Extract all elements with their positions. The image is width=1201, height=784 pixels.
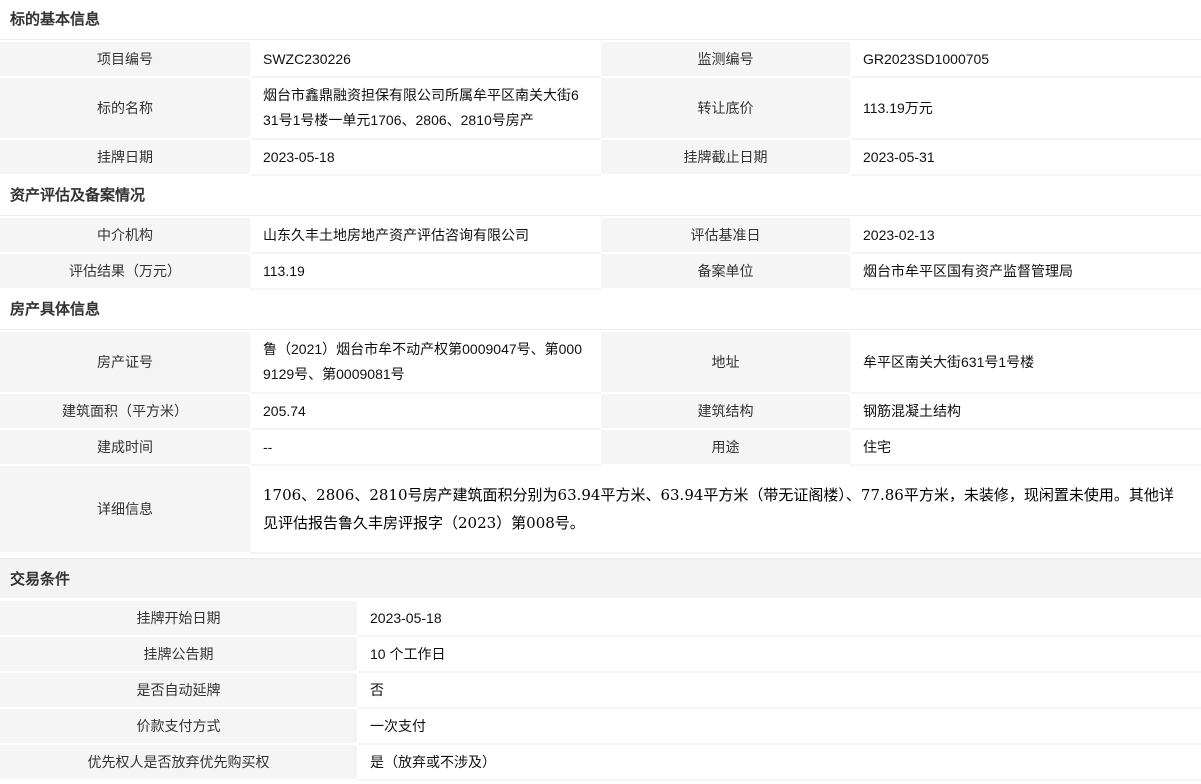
table-row: 项目编号 SWZC230226 监测编号 GR2023SD1000705 bbox=[0, 42, 1201, 78]
field-label: 用途 bbox=[601, 430, 850, 466]
field-label: 挂牌日期 bbox=[0, 140, 250, 176]
field-label: 地址 bbox=[601, 332, 850, 394]
table-row: 价款支付方式 一次支付 bbox=[0, 709, 1201, 745]
table-row: 挂牌公告期 10 个工作日 bbox=[0, 637, 1201, 673]
field-label: 备案单位 bbox=[601, 254, 850, 290]
section-title-trade: 交易条件 bbox=[0, 558, 1201, 598]
field-label: 评估结果（万元） bbox=[0, 254, 250, 290]
field-label: 优先权人是否放弃优先购买权 bbox=[0, 745, 357, 781]
basic-info-section: 标的基本信息 项目编号 SWZC230226 监测编号 GR2023SD1000… bbox=[0, 0, 1201, 176]
field-value: 113.19万元 bbox=[850, 78, 1201, 140]
field-label: 标的名称 bbox=[0, 78, 250, 140]
field-value: GR2023SD1000705 bbox=[850, 42, 1201, 78]
table-row: 建成时间 -- 用途 住宅 bbox=[0, 430, 1201, 466]
field-label: 项目编号 bbox=[0, 42, 250, 78]
field-label: 房产证号 bbox=[0, 332, 250, 394]
field-label: 建筑结构 bbox=[601, 394, 850, 430]
field-value: 否 bbox=[357, 673, 1201, 709]
field-value: 牟平区南关大街631号1号楼 bbox=[850, 332, 1201, 394]
field-value: 10 个工作日 bbox=[357, 637, 1201, 673]
field-label: 建成时间 bbox=[0, 430, 250, 466]
field-value: SWZC230226 bbox=[250, 42, 601, 78]
listing-detail-page: 标的基本信息 项目编号 SWZC230226 监测编号 GR2023SD1000… bbox=[0, 0, 1201, 781]
field-value: 钢筋混凝土结构 bbox=[850, 394, 1201, 430]
table-row: 挂牌开始日期 2023-05-18 bbox=[0, 601, 1201, 637]
field-label: 中介机构 bbox=[0, 218, 250, 254]
field-label: 转让底价 bbox=[601, 78, 850, 140]
property-info-section: 房产具体信息 房产证号 鲁（2021）烟台市牟不动产权第0009047号、第00… bbox=[0, 290, 1201, 554]
section-title-basic: 标的基本信息 bbox=[0, 0, 1201, 40]
field-value: 是（放弃或不涉及） bbox=[357, 745, 1201, 781]
field-value: 2023-05-18 bbox=[250, 140, 601, 176]
field-value: 一次支付 bbox=[357, 709, 1201, 745]
table-row: 标的名称 烟台市鑫鼎融资担保有限公司所属牟平区南关大街631号1号楼一单元170… bbox=[0, 78, 1201, 140]
table-row: 中介机构 山东久丰土地房地产资产评估咨询有限公司 评估基准日 2023-02-1… bbox=[0, 218, 1201, 254]
table-row: 房产证号 鲁（2021）烟台市牟不动产权第0009047号、第0009129号、… bbox=[0, 332, 1201, 394]
field-value: 205.74 bbox=[250, 394, 601, 430]
field-value: 2023-02-13 bbox=[850, 218, 1201, 254]
field-label: 建筑面积（平方米） bbox=[0, 394, 250, 430]
field-label: 详细信息 bbox=[0, 466, 250, 554]
field-value-detail: 1706、2806、2810号房产建筑面积分别为63.94平方米、63.94平方… bbox=[250, 466, 1201, 554]
field-value: 2023-05-31 bbox=[850, 140, 1201, 176]
field-label: 挂牌截止日期 bbox=[601, 140, 850, 176]
table-row-detail: 详细信息 1706、2806、2810号房产建筑面积分别为63.94平方米、63… bbox=[0, 466, 1201, 554]
assessment-section: 资产评估及备案情况 中介机构 山东久丰土地房地产资产评估咨询有限公司 评估基准日… bbox=[0, 176, 1201, 290]
field-value: 烟台市鑫鼎融资担保有限公司所属牟平区南关大街631号1号楼一单元1706、280… bbox=[250, 78, 601, 140]
section-title-property: 房产具体信息 bbox=[0, 290, 1201, 330]
field-value: 2023-05-18 bbox=[357, 601, 1201, 637]
trade-section: 交易条件 挂牌开始日期 2023-05-18 挂牌公告期 10 个工作日 是否自… bbox=[0, 558, 1201, 781]
field-value: -- bbox=[250, 430, 601, 466]
field-value: 住宅 bbox=[850, 430, 1201, 466]
section-title-assessment: 资产评估及备案情况 bbox=[0, 176, 1201, 216]
field-label: 挂牌开始日期 bbox=[0, 601, 357, 637]
field-label: 是否自动延牌 bbox=[0, 673, 357, 709]
field-label: 监测编号 bbox=[601, 42, 850, 78]
field-value: 烟台市牟平区国有资产监督管理局 bbox=[850, 254, 1201, 290]
field-value: 山东久丰土地房地产资产评估咨询有限公司 bbox=[250, 218, 601, 254]
table-row: 挂牌日期 2023-05-18 挂牌截止日期 2023-05-31 bbox=[0, 140, 1201, 176]
field-label: 挂牌公告期 bbox=[0, 637, 357, 673]
field-label: 评估基准日 bbox=[601, 218, 850, 254]
table-row: 评估结果（万元） 113.19 备案单位 烟台市牟平区国有资产监督管理局 bbox=[0, 254, 1201, 290]
table-row: 优先权人是否放弃优先购买权 是（放弃或不涉及） bbox=[0, 745, 1201, 781]
field-value: 113.19 bbox=[250, 254, 601, 290]
field-value: 鲁（2021）烟台市牟不动产权第0009047号、第0009129号、第0009… bbox=[250, 332, 601, 394]
table-row: 是否自动延牌 否 bbox=[0, 673, 1201, 709]
table-row: 建筑面积（平方米） 205.74 建筑结构 钢筋混凝土结构 bbox=[0, 394, 1201, 430]
field-label: 价款支付方式 bbox=[0, 709, 357, 745]
